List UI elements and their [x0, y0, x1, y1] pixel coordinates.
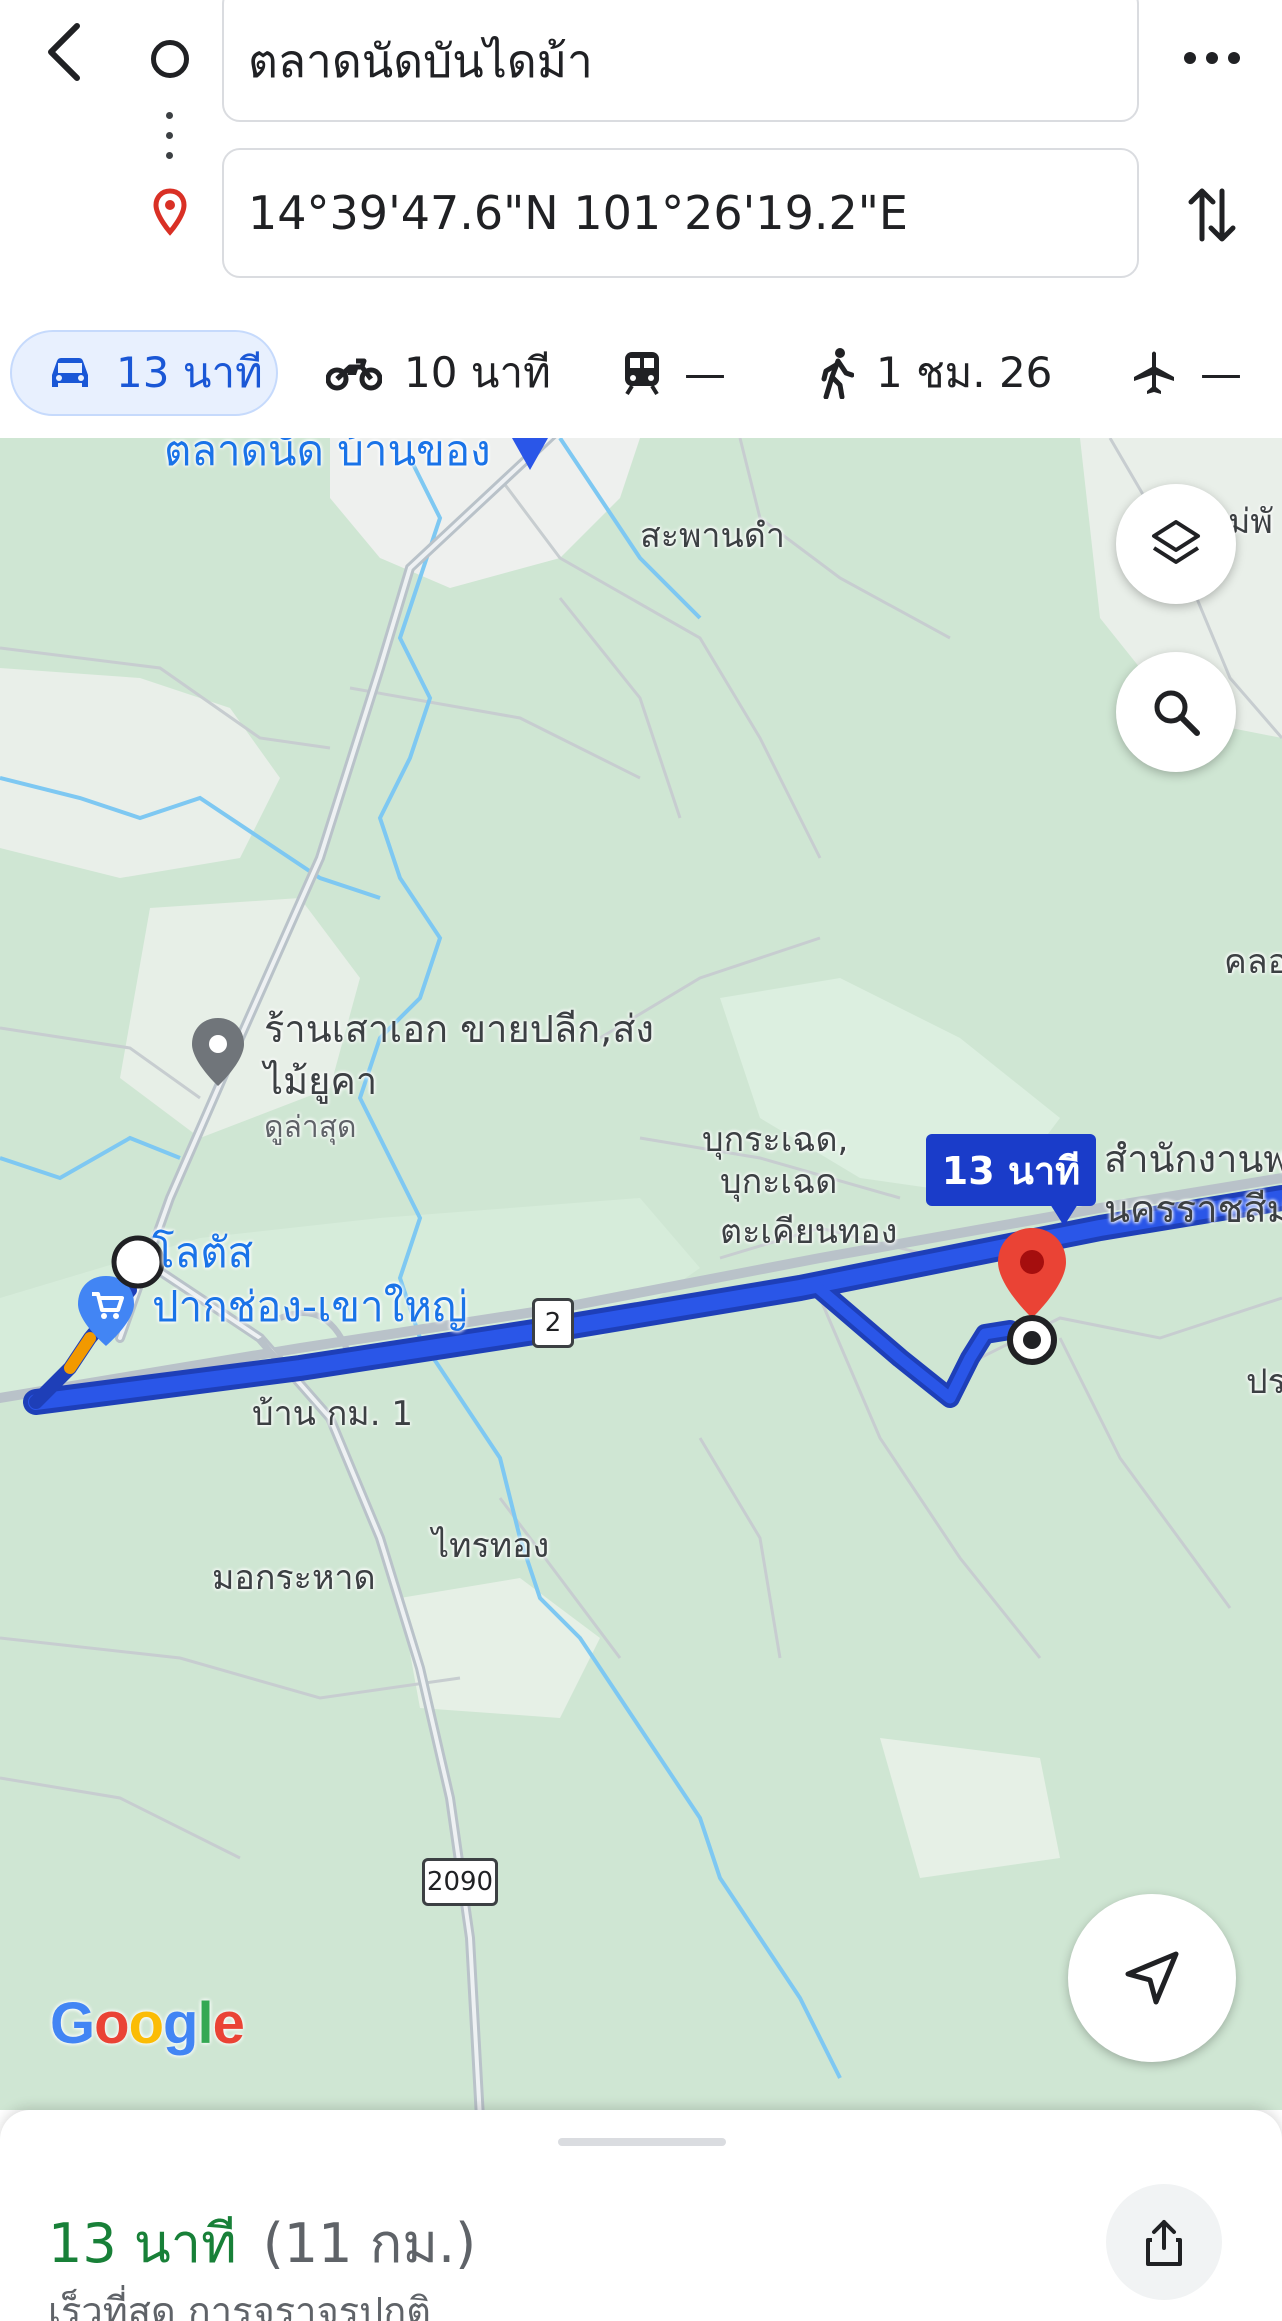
sheet-drag-handle[interactable]: [558, 2138, 726, 2146]
search-icon: [1154, 690, 1200, 736]
walk-icon: [821, 348, 854, 399]
motorcycle-icon: [326, 358, 382, 391]
map-label-shop-sub: ดูล่าสุด: [264, 1110, 357, 1145]
mode-motorcycle-label: 10 นาที: [404, 348, 551, 397]
navigation-arrow-icon: [1125, 1951, 1179, 2005]
highway-shield-2: 2: [532, 1298, 574, 1348]
more-options-button[interactable]: [1170, 20, 1254, 96]
swap-vertical-icon: [1188, 188, 1236, 242]
swap-button[interactable]: [1170, 170, 1254, 260]
map-label-bukraset-2[interactable]: บุกะเฉด: [720, 1154, 837, 1208]
location-pin-icon: [153, 188, 187, 236]
travel-mode-bar: 13 นาที 10 นาที — 1 ชม. 26 —: [0, 324, 1282, 424]
recenter-button[interactable]: [1068, 1894, 1236, 2062]
map-label-shop-line2[interactable]: ไม้ยูคา: [264, 1050, 377, 1111]
more-horizontal-icon: [1184, 52, 1240, 64]
mode-flight-label: —: [1200, 348, 1242, 398]
origin-input-value: ตลาดนัดบันไดม้า: [248, 33, 593, 88]
back-button[interactable]: [30, 12, 100, 92]
map-view[interactable]: ตลาดนัด บ้านของ สะพานดำ ม่พั คลอ ร้านเสา…: [0, 438, 1282, 2110]
origin-circle-icon: [151, 40, 189, 78]
map-label-khlong[interactable]: คลอ: [1224, 934, 1282, 988]
highway-shield-2090: 2090: [422, 1858, 498, 1906]
chevron-left-icon: [48, 23, 80, 81]
airplane-icon: [1134, 351, 1174, 394]
map-label-mok-rahat[interactable]: มอกระหาด: [212, 1550, 376, 1604]
map-label-pra[interactable]: ปร: [1246, 1354, 1282, 1408]
destination-input[interactable]: 14°39'47.6"N 101°26'19.2"E: [222, 148, 1139, 278]
map-label-top-partial[interactable]: ตลาดนัด บ้านของ: [164, 438, 491, 484]
map-label-ban-km1[interactable]: บ้าน กม. 1: [252, 1386, 413, 1440]
map-label-lotus-line2[interactable]: ปากช่อง-เขาใหญ่: [152, 1274, 468, 1340]
share-icon: [1146, 2220, 1182, 2266]
route-dots-icon: [166, 112, 174, 159]
directions-header: ตลาดนัดบันไดม้า 14°39'47.6"N 101°26'19.2…: [0, 0, 1282, 438]
destination-input-value: 14°39'47.6"N 101°26'19.2"E: [248, 186, 908, 240]
mode-car-label: 13 นาที: [116, 348, 263, 397]
layers-icon: [1152, 520, 1200, 564]
car-icon: [52, 358, 88, 387]
mode-car-tab[interactable]: 13 นาที: [10, 330, 278, 416]
mode-motorcycle-tab[interactable]: 10 นาที: [326, 330, 551, 416]
route-duration: 13 นาที: [48, 2212, 237, 2275]
mode-walk-tab[interactable]: 1 ชม. 26: [820, 330, 1052, 416]
mode-transit-label: —: [684, 348, 726, 398]
map-layers-button[interactable]: [1116, 484, 1236, 604]
mode-transit-tab[interactable]: —: [622, 330, 726, 416]
train-icon: [625, 352, 659, 396]
map-search-button[interactable]: [1116, 652, 1236, 772]
google-logo: Google: [50, 1991, 245, 2056]
map-label-sai-thong[interactable]: ไทรทอง: [432, 1518, 549, 1572]
route-distance: (11 กม.): [262, 2212, 477, 2275]
route-duration-callout-text: 13 นาที: [941, 1148, 1081, 1193]
map-label-saphan-dam[interactable]: สะพานดำ: [640, 508, 785, 562]
route-duration-callout[interactable]: 13 นาที: [926, 1134, 1096, 1226]
map-label-takhian-thong[interactable]: ตะเคียนทอง: [720, 1204, 897, 1258]
map-label-office-line2[interactable]: นครราชสีม: [1104, 1178, 1282, 1239]
mode-walk-label: 1 ชม. 26: [876, 348, 1053, 397]
route-summary-sheet[interactable]: 13 นาที (11 กม.) เร็วที่สุด การจราจรปกติ: [0, 2110, 1282, 2321]
share-button[interactable]: [1106, 2184, 1222, 2300]
route-summary: 13 นาที (11 กม.): [48, 2200, 476, 2286]
route-subtitle: เร็วที่สุด การจราจรปกติ: [48, 2289, 431, 2321]
origin-input[interactable]: ตลาดนัดบันไดม้า: [222, 0, 1139, 122]
mode-flight-tab[interactable]: —: [1130, 330, 1242, 416]
